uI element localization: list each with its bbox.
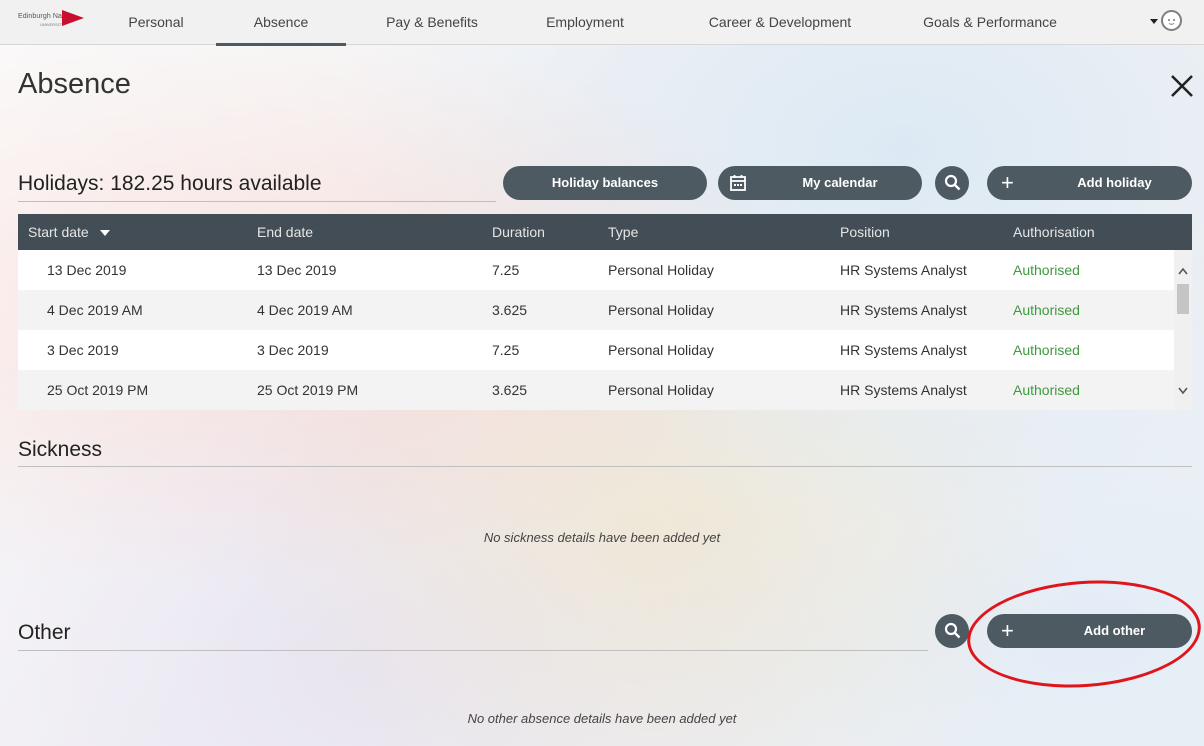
column-authorisation[interactable]: Authorisation: [1013, 214, 1095, 250]
cell-start-date: 25 Oct 2019 PM: [47, 382, 149, 398]
tab-personal[interactable]: Personal: [112, 0, 200, 45]
logo-subtext: UNIVERSITY: [40, 22, 65, 27]
column-duration[interactable]: Duration: [492, 214, 545, 250]
plus-icon: +: [1001, 170, 1014, 195]
holidays-search-button[interactable]: [935, 166, 969, 200]
calendar-icon: [730, 175, 746, 191]
cell-position: HR Systems Analyst: [840, 342, 967, 358]
avatar-icon[interactable]: [1161, 10, 1182, 31]
holiday-balances-button[interactable]: Holiday balances: [503, 166, 707, 200]
other-title: Other: [18, 621, 71, 644]
my-calendar-button[interactable]: My calendar: [718, 166, 922, 200]
other-empty-message: No other absence details have been added…: [467, 711, 737, 726]
cell-end-date: 25 Oct 2019 PM: [257, 382, 359, 398]
search-icon: [944, 174, 961, 191]
add-holiday-button[interactable]: + Add holiday: [987, 166, 1192, 200]
cell-type: Personal Holiday: [608, 262, 714, 278]
cell-start-date: 3 Dec 2019: [47, 342, 119, 358]
tab-pay-benefits[interactable]: Pay & Benefits: [372, 0, 492, 45]
cell-start-date: 4 Dec 2019 AM: [47, 302, 143, 318]
page-title: Absence: [18, 68, 131, 100]
cell-type: Personal Holiday: [608, 302, 714, 318]
tab-absence[interactable]: Absence: [216, 0, 346, 46]
tab-goals-performance[interactable]: Goals & Performance: [905, 0, 1075, 45]
holiday-balances-label: Holiday balances: [551, 175, 659, 190]
cell-position: HR Systems Analyst: [840, 302, 967, 318]
cell-duration: 3.625: [492, 382, 528, 398]
sickness-empty-message: No sickness details have been added yet: [483, 530, 721, 545]
holidays-title: Holidays: 182.25 hours available: [18, 172, 322, 195]
cell-end-date: 3 Dec 2019: [257, 342, 329, 358]
holidays-underline: [18, 201, 496, 202]
caret-down-icon: [99, 230, 110, 237]
table-row[interactable]: 25 Oct 2019 PM 25 Oct 2019 PM 3.625 Pers…: [18, 370, 1174, 410]
column-start-date[interactable]: Start date: [28, 214, 110, 250]
other-search-button[interactable]: [935, 614, 969, 648]
tab-employment[interactable]: Employment: [530, 0, 640, 45]
table-row[interactable]: 13 Dec 2019 13 Dec 2019 7.25 Personal Ho…: [18, 250, 1174, 290]
chevron-down-icon[interactable]: [1177, 386, 1189, 396]
plus-icon: +: [1001, 618, 1014, 643]
cell-start-date: 13 Dec 2019: [47, 262, 127, 278]
search-icon: [944, 622, 961, 639]
scrollbar-thumb[interactable]: [1177, 284, 1189, 314]
add-holiday-label: Add holiday: [1077, 175, 1152, 190]
cell-authorisation: Authorised: [1013, 342, 1080, 358]
logo-mark-icon: [62, 10, 84, 26]
column-label: Start date: [28, 224, 89, 240]
user-menu[interactable]: [1150, 10, 1194, 34]
cell-duration: 7.25: [492, 342, 520, 358]
holidays-table: Start date End date Duration Type Positi…: [18, 214, 1192, 410]
column-end-date[interactable]: End date: [257, 214, 313, 250]
cell-authorisation: Authorised: [1013, 382, 1080, 398]
column-type[interactable]: Type: [608, 214, 638, 250]
add-other-label: Add other: [1083, 623, 1146, 638]
cell-end-date: 13 Dec 2019: [257, 262, 337, 278]
my-calendar-label: My calendar: [802, 175, 878, 190]
cell-type: Personal Holiday: [608, 342, 714, 358]
sickness-underline: [18, 466, 1192, 467]
add-other-button[interactable]: + Add other: [987, 614, 1192, 648]
cell-type: Personal Holiday: [608, 382, 714, 398]
column-position[interactable]: Position: [840, 214, 890, 250]
cell-duration: 7.25: [492, 262, 520, 278]
cell-authorisation: Authorised: [1013, 302, 1080, 318]
close-icon[interactable]: [1166, 68, 1200, 102]
cell-end-date: 4 Dec 2019 AM: [257, 302, 353, 318]
table-scrollbar[interactable]: [1174, 250, 1192, 410]
table-row[interactable]: 3 Dec 2019 3 Dec 2019 7.25 Personal Holi…: [18, 330, 1174, 370]
cell-position: HR Systems Analyst: [840, 262, 967, 278]
table-row[interactable]: 4 Dec 2019 AM 4 Dec 2019 AM 3.625 Person…: [18, 290, 1174, 330]
cell-authorisation: Authorised: [1013, 262, 1080, 278]
sickness-title: Sickness: [18, 438, 103, 461]
table-header: Start date End date Duration Type Positi…: [18, 214, 1192, 250]
chevron-up-icon[interactable]: [1177, 266, 1189, 276]
tab-career-development[interactable]: Career & Development: [690, 0, 870, 45]
other-underline: [18, 650, 928, 651]
cell-position: HR Systems Analyst: [840, 382, 967, 398]
top-navigation-bar: Edinburgh Napier UNIVERSITY Personal Abs…: [0, 0, 1204, 46]
cell-duration: 3.625: [492, 302, 528, 318]
caret-down-icon[interactable]: [1150, 19, 1158, 24]
university-logo[interactable]: Edinburgh Napier UNIVERSITY: [18, 10, 86, 32]
